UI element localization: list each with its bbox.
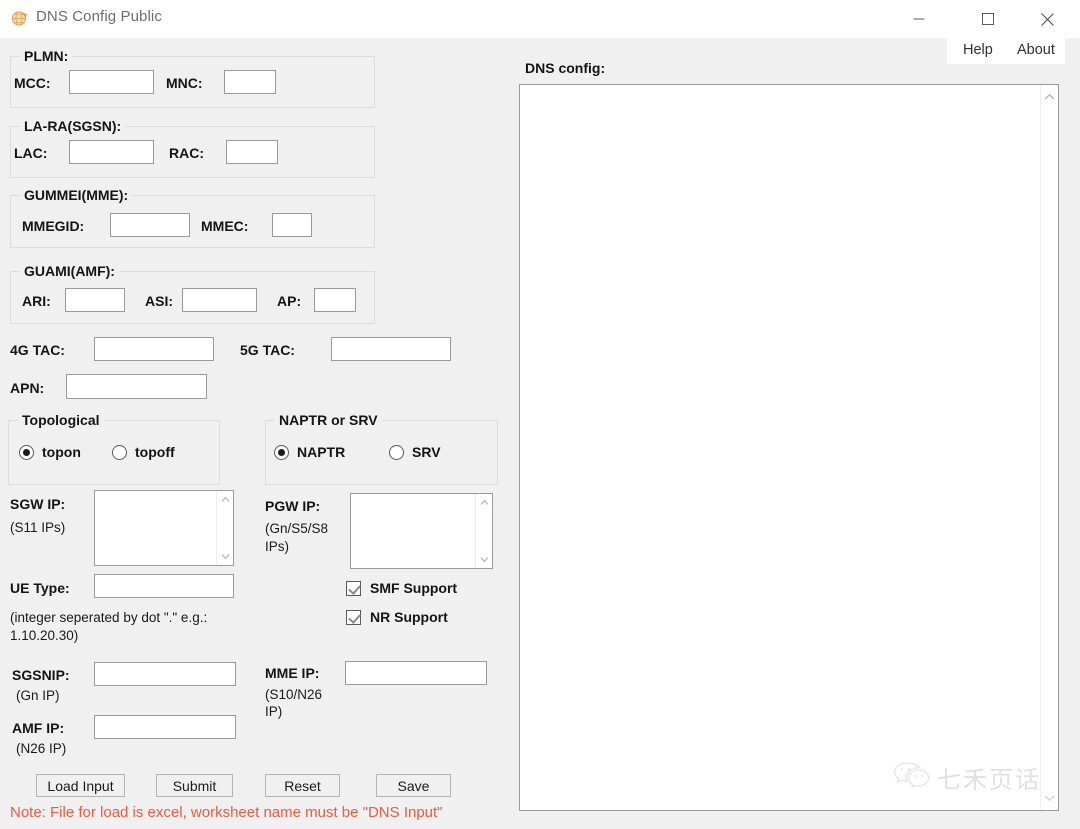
input-pgw-ip[interactable] <box>350 493 493 569</box>
radio-naptr[interactable]: NAPTR <box>274 444 345 460</box>
scroll-up-arrow-icon[interactable] <box>217 491 234 508</box>
window-title: DNS Config Public <box>36 8 162 25</box>
label-sgw-ip: SGW IP: <box>10 496 66 512</box>
label-ari: ARI: <box>22 293 51 309</box>
label-mme-ip: MME IP: <box>265 665 320 681</box>
group-topological-title: Topological <box>18 412 104 428</box>
label-mme-ip-sublabel-2: IP) <box>265 704 283 719</box>
radio-naptr-circle-icon <box>274 444 289 460</box>
input-mmec[interactable] <box>272 213 312 237</box>
dns-config-scrollbar[interactable] <box>1040 85 1058 810</box>
radio-topoff-label: topoff <box>135 444 175 460</box>
menu-item-about[interactable]: About <box>1015 42 1057 58</box>
label-asi: ASI: <box>145 293 173 309</box>
input-asi[interactable] <box>182 288 257 312</box>
smf-support-checkbox-icon <box>346 580 361 596</box>
radio-topon[interactable]: topon <box>19 444 81 460</box>
scroll-down-arrow-icon[interactable] <box>1044 789 1055 807</box>
menu-bar: Help About <box>947 38 1065 64</box>
ue-type-hint-line-1: (integer seperated by dot "." e.g.: <box>10 610 208 625</box>
input-rac[interactable] <box>226 140 278 164</box>
group-gummei-mme-title: GUMMEI(MME): <box>20 187 133 203</box>
radio-srv-circle-icon <box>389 444 404 460</box>
label-rac: RAC: <box>169 145 204 161</box>
nr-support-checkbox-icon <box>346 609 361 625</box>
input-sgsnip[interactable] <box>94 662 236 686</box>
application-window: DNS Config Public Help About PLMN: MCC: … <box>0 0 1080 829</box>
label-mmec: MMEC: <box>201 218 249 234</box>
group-guami-amf-title: GUAMI(AMF): <box>20 263 119 279</box>
checkbox-nr-support[interactable]: NR Support <box>346 609 448 625</box>
label-pgw-ip: PGW IP: <box>265 498 321 514</box>
load-input-button[interactable]: Load Input <box>36 774 125 797</box>
sgw-ip-scrollbar[interactable] <box>216 491 233 565</box>
label-4g-tac: 4G TAC: <box>10 342 65 358</box>
input-sgw-ip[interactable] <box>94 490 234 566</box>
input-amf-ip[interactable] <box>94 715 236 739</box>
minimize-button[interactable] <box>896 0 942 38</box>
scroll-up-arrow-icon[interactable] <box>1044 88 1055 106</box>
input-4g-tac[interactable] <box>94 337 214 361</box>
label-mme-ip-sublabel-1: (S10/N26 <box>265 687 323 702</box>
dns-config-label: DNS config: <box>525 60 606 76</box>
label-amf-ip: AMF IP: <box>12 720 65 736</box>
radio-srv-label: SRV <box>412 444 441 460</box>
radio-topoff[interactable]: topoff <box>112 444 175 460</box>
label-sgsnip-sublabel: (Gn IP) <box>16 688 60 703</box>
scroll-up-arrow-icon[interactable] <box>476 494 493 511</box>
scroll-down-arrow-icon[interactable] <box>476 551 493 568</box>
menu-item-help[interactable]: Help <box>961 42 995 58</box>
submit-button[interactable]: Submit <box>156 774 233 797</box>
ue-type-hint-line-2: 1.10.20.30) <box>10 628 79 643</box>
input-ap[interactable] <box>314 288 356 312</box>
save-button[interactable]: Save <box>376 774 451 797</box>
input-ari[interactable] <box>65 288 125 312</box>
title-bar: DNS Config Public <box>0 0 1080 38</box>
checkbox-nr-support-label: NR Support <box>370 609 448 625</box>
dns-config-textarea[interactable] <box>519 84 1059 811</box>
pgw-ip-scrollbar[interactable] <box>475 494 492 568</box>
close-button[interactable] <box>1024 0 1070 38</box>
input-ue-type[interactable] <box>94 574 234 598</box>
label-mcc: MCC: <box>14 75 51 91</box>
label-sgsnip: SGSNIP: <box>12 667 70 683</box>
radio-srv[interactable]: SRV <box>389 444 441 460</box>
label-ue-type: UE Type: <box>10 580 70 596</box>
group-plmn-title: PLMN: <box>20 48 73 64</box>
input-lac[interactable] <box>69 140 154 164</box>
scroll-down-arrow-icon[interactable] <box>217 548 234 565</box>
label-pgw-ip-sublabel-2: IPs) <box>265 539 290 554</box>
group-la-ra-sgsn-title: LA-RA(SGSN): <box>20 118 126 134</box>
radio-topon-circle-icon <box>19 444 34 460</box>
checkbox-smf-support[interactable]: SMF Support <box>346 580 457 596</box>
label-ap: AP: <box>277 293 302 309</box>
note-text: Note: File for load is excel, worksheet … <box>10 804 443 821</box>
reset-button[interactable]: Reset <box>265 774 340 797</box>
label-lac: LAC: <box>14 145 48 161</box>
radio-topoff-circle-icon <box>112 444 127 460</box>
input-mme-ip[interactable] <box>345 661 487 685</box>
app-globe-icon <box>10 9 30 29</box>
maximize-button[interactable] <box>965 0 1011 38</box>
label-pgw-ip-sublabel-1: (Gn/S5/S8 <box>265 521 329 536</box>
group-naptr-or-srv-title: NAPTR or SRV <box>275 412 382 428</box>
label-mmegid: MMEGID: <box>22 218 85 234</box>
label-mnc: MNC: <box>166 75 203 91</box>
input-mmegid[interactable] <box>110 213 190 237</box>
input-mnc[interactable] <box>224 70 276 94</box>
radio-topon-label: topon <box>42 444 81 460</box>
label-amf-ip-sublabel: (N26 IP) <box>16 741 67 756</box>
input-apn[interactable] <box>66 374 207 399</box>
input-mcc[interactable] <box>69 70 154 94</box>
radio-naptr-label: NAPTR <box>297 444 346 460</box>
label-apn: APN: <box>10 380 45 396</box>
input-5g-tac[interactable] <box>331 337 451 361</box>
label-sgw-ip-sublabel: (S11 IPs) <box>10 520 66 535</box>
checkbox-smf-support-label: SMF Support <box>370 580 458 596</box>
label-5g-tac: 5G TAC: <box>240 342 295 358</box>
